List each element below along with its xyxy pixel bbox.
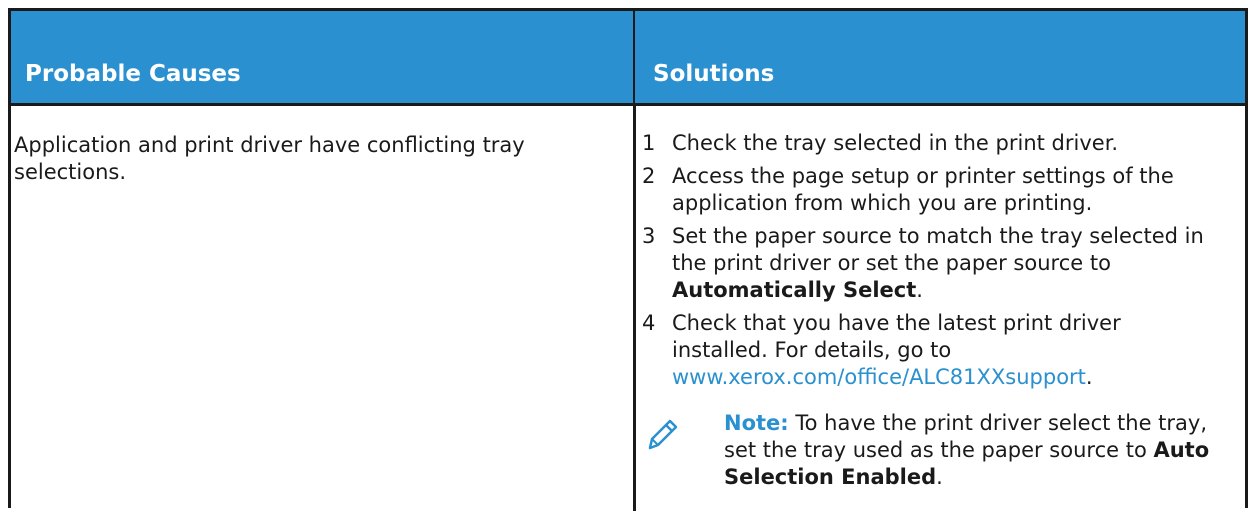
- header-probable-causes: Probable Causes: [25, 61, 241, 87]
- solution-step-2: 2 Access the page setup or printer setti…: [642, 163, 1222, 217]
- column-divider: [633, 103, 636, 511]
- header-row-divider: [11, 103, 1245, 106]
- step-text-end: .: [916, 278, 923, 302]
- solution-steps: 1 Check the tray selected in the print d…: [642, 130, 1222, 397]
- table-header-row: Probable Causes Solutions: [11, 11, 1245, 103]
- step-text: Check the tray selected in the print dri…: [672, 131, 1119, 155]
- header-solutions: Solutions: [653, 61, 775, 87]
- step-number: 4: [642, 311, 656, 335]
- solution-step-3: 3 Set the paper source to match the tray…: [642, 223, 1222, 304]
- step-bold-text: Automatically Select: [672, 278, 917, 302]
- pencil-icon: [648, 419, 678, 450]
- note-body: To have the print driver select the tray…: [724, 411, 1208, 462]
- solution-step-1: 1 Check the tray selected in the print d…: [642, 130, 1222, 157]
- step-number: 2: [642, 164, 656, 188]
- solution-step-4: 4 Check that you have the latest print d…: [642, 310, 1222, 391]
- step-number: 1: [642, 131, 656, 155]
- step-text: Check that you have the latest print dri…: [672, 311, 1121, 362]
- header-column-divider: [633, 11, 635, 103]
- support-link[interactable]: www.xerox.com/office/ALC81XXsupport: [672, 365, 1086, 389]
- step-text: Set the paper source to match the tray s…: [672, 224, 1204, 275]
- note-label: Note:: [724, 411, 789, 435]
- cause-text: Application and print driver have confli…: [14, 133, 525, 184]
- step-number: 3: [642, 224, 656, 248]
- note-end: .: [936, 465, 943, 489]
- note-text: Note: To have the print driver select th…: [724, 410, 1230, 491]
- step-text: Access the page setup or printer setting…: [672, 164, 1174, 215]
- step-text-end: .: [1085, 365, 1093, 389]
